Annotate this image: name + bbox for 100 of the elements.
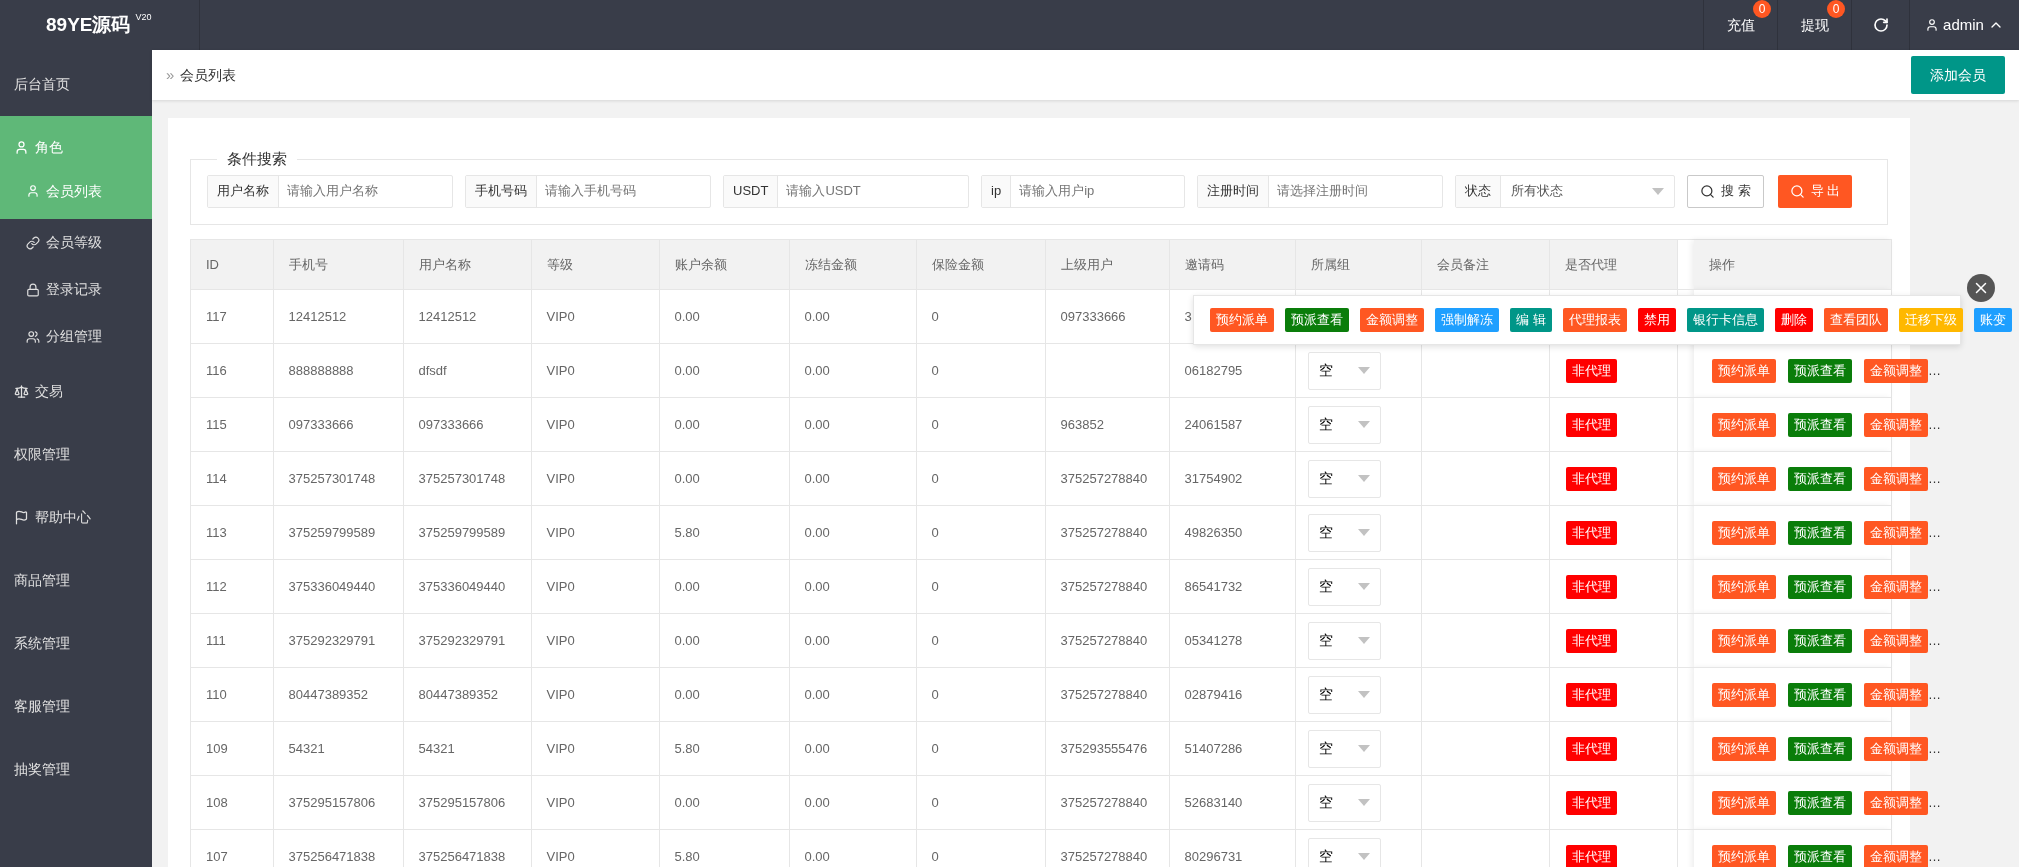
group-select[interactable]: 空 [1307,405,1381,444]
action-button[interactable]: 预派查看 [1788,844,1852,867]
search-field-group[interactable]: 用户名称 请输入用户名称 [207,174,453,208]
select-field[interactable]: 状态 所有状态 [1455,174,1675,208]
action-button[interactable]: 删除 [1774,307,1813,332]
column-header: 冻结金额 [789,239,916,290]
table-cell: 375293555476 [1045,721,1169,776]
group-select[interactable]: 空 [1307,513,1381,552]
action-button[interactable]: 金额调整 [1864,520,1928,545]
action-button[interactable]: 银行卡信息 [1686,307,1764,332]
table-cell: 0.00 [659,451,789,506]
search-field-group[interactable]: USDT 请输入USDT [723,174,969,208]
refresh-icon[interactable] [1872,17,1889,33]
action-button[interactable]: 预约派单 [1712,358,1776,383]
action-button[interactable]: 预约派单 [1712,412,1776,437]
action-button[interactable]: 预派查看 [1788,682,1852,707]
agent-badge: 非代理 [1565,790,1617,815]
action-button[interactable]: 预约派单 [1712,520,1776,545]
action-button[interactable]: 预派查看 [1788,466,1852,491]
action-button[interactable]: 预派查看 [1788,736,1852,761]
action-button[interactable]: 金额调整 [1360,307,1424,332]
group-select[interactable]: 空 [1307,459,1381,498]
column-header: ID [191,239,273,290]
action-button[interactable]: 账变 [1973,307,2012,332]
group-select[interactable]: 空 [1307,837,1381,867]
group-select[interactable]: 空 [1307,621,1381,660]
action-button[interactable]: 预约派单 [1712,574,1776,599]
count-badge: 0 [1827,0,1845,18]
action-button[interactable]: 预派查看 [1788,358,1852,383]
action-button[interactable]: 金额调整 [1864,682,1928,707]
action-button[interactable]: 金额调整 [1864,790,1928,815]
caret-icon [1357,583,1370,590]
table-cell: 86541732 [1169,559,1295,614]
sidebar-subitem[interactable]: 会员等级 [0,219,152,266]
table-cell: VIP0 [531,343,659,398]
action-button[interactable]: 预约派单 [1712,736,1776,761]
group-select[interactable]: 空 [1307,351,1381,390]
search-input[interactable]: 请选择注册时间 [1269,175,1442,207]
export-button[interactable]: 导 出 [1777,174,1853,208]
sidebar-subitem[interactable]: 登录记录 [0,266,152,313]
action-button[interactable]: 金额调整 [1864,466,1928,491]
user-icon [14,140,29,155]
sidebar-subitem[interactable]: 分组管理 [0,313,152,360]
search-button[interactable]: 搜 索 [1687,174,1764,208]
action-button[interactable]: 禁用 [1637,307,1676,332]
action-button[interactable]: 代理报表 [1562,307,1627,332]
sidebar-item[interactable]: 后台首页 [0,53,152,116]
action-button[interactable]: 金额调整 [1864,844,1928,867]
search-field-group[interactable]: ip 请输入用户ip [981,174,1185,208]
user-icon [26,184,40,198]
action-button[interactable]: 预派查看 [1788,790,1852,815]
action-button[interactable]: 查看团队 [1823,307,1888,332]
action-button[interactable]: 金额调整 [1864,628,1928,653]
action-button[interactable]: 预约派单 [1210,307,1274,332]
action-button[interactable]: 金额调整 [1864,574,1928,599]
search-input[interactable]: 请输入用户ip [1011,175,1184,207]
table-cell: 375292329791 [273,613,403,668]
action-button[interactable]: 预约派单 [1712,790,1776,815]
sidebar-item[interactable]: 交易 [0,360,152,423]
table-cell: 114 [191,451,273,506]
table-cell: 097333666 [273,397,403,452]
table-cell: 375256471838 [273,829,403,867]
group-select[interactable]: 空 [1307,729,1381,768]
table-cell: 375295157806 [403,775,531,830]
add-member-button[interactable]: 添加会员 [1911,56,2005,94]
table-cell: 0.00 [659,559,789,614]
sidebar-item[interactable]: 帮助中心 [0,486,152,549]
table-cell: 12412512 [273,289,403,344]
user-name[interactable]: admin [1943,13,1984,37]
sidebar-item[interactable]: 抽奖管理 [0,738,152,801]
nav-link[interactable]: 充值 [1726,14,1755,36]
search-field-group[interactable]: 注册时间 请选择注册时间 [1197,174,1443,208]
group-select[interactable]: 空 [1307,783,1381,822]
action-button[interactable]: 金额调整 [1864,358,1928,383]
action-button[interactable]: 强制解冻 [1435,307,1499,332]
action-button[interactable]: 金额调整 [1864,412,1928,437]
action-button[interactable]: 编 辑 [1510,307,1552,332]
close-button[interactable] [1967,273,1995,302]
table-cell: 0.00 [789,451,916,506]
sidebar-item[interactable]: 客服管理 [0,675,152,738]
nav-link[interactable]: 提现 [1800,14,1829,36]
action-button[interactable]: 预派查看 [1788,412,1852,437]
group-select[interactable]: 空 [1307,567,1381,606]
search-input[interactable]: 请输入用户名称 [279,175,452,207]
search-input[interactable]: 请输入USDT [778,175,968,207]
action-button[interactable]: 金额调整 [1864,736,1928,761]
sidebar-item[interactable]: 系统管理 [0,612,152,675]
action-button[interactable]: 预派查看 [1285,307,1349,332]
search-input[interactable]: 请输入手机号码 [537,175,710,207]
action-button[interactable]: 预派查看 [1788,520,1852,545]
search-field-group[interactable]: 手机号码 请输入手机号码 [465,174,711,208]
action-button[interactable]: 预约派单 [1712,682,1776,707]
action-button[interactable]: 预约派单 [1712,466,1776,491]
action-button[interactable]: 预约派单 [1712,844,1776,867]
action-button[interactable]: 预派查看 [1788,574,1852,599]
action-button[interactable]: 预派查看 [1788,628,1852,653]
sidebar-item[interactable]: 商品管理 [0,549,152,612]
sidebar-item[interactable]: 权限管理 [0,423,152,486]
group-select[interactable]: 空 [1307,675,1381,714]
action-button[interactable]: 预约派单 [1712,628,1776,653]
